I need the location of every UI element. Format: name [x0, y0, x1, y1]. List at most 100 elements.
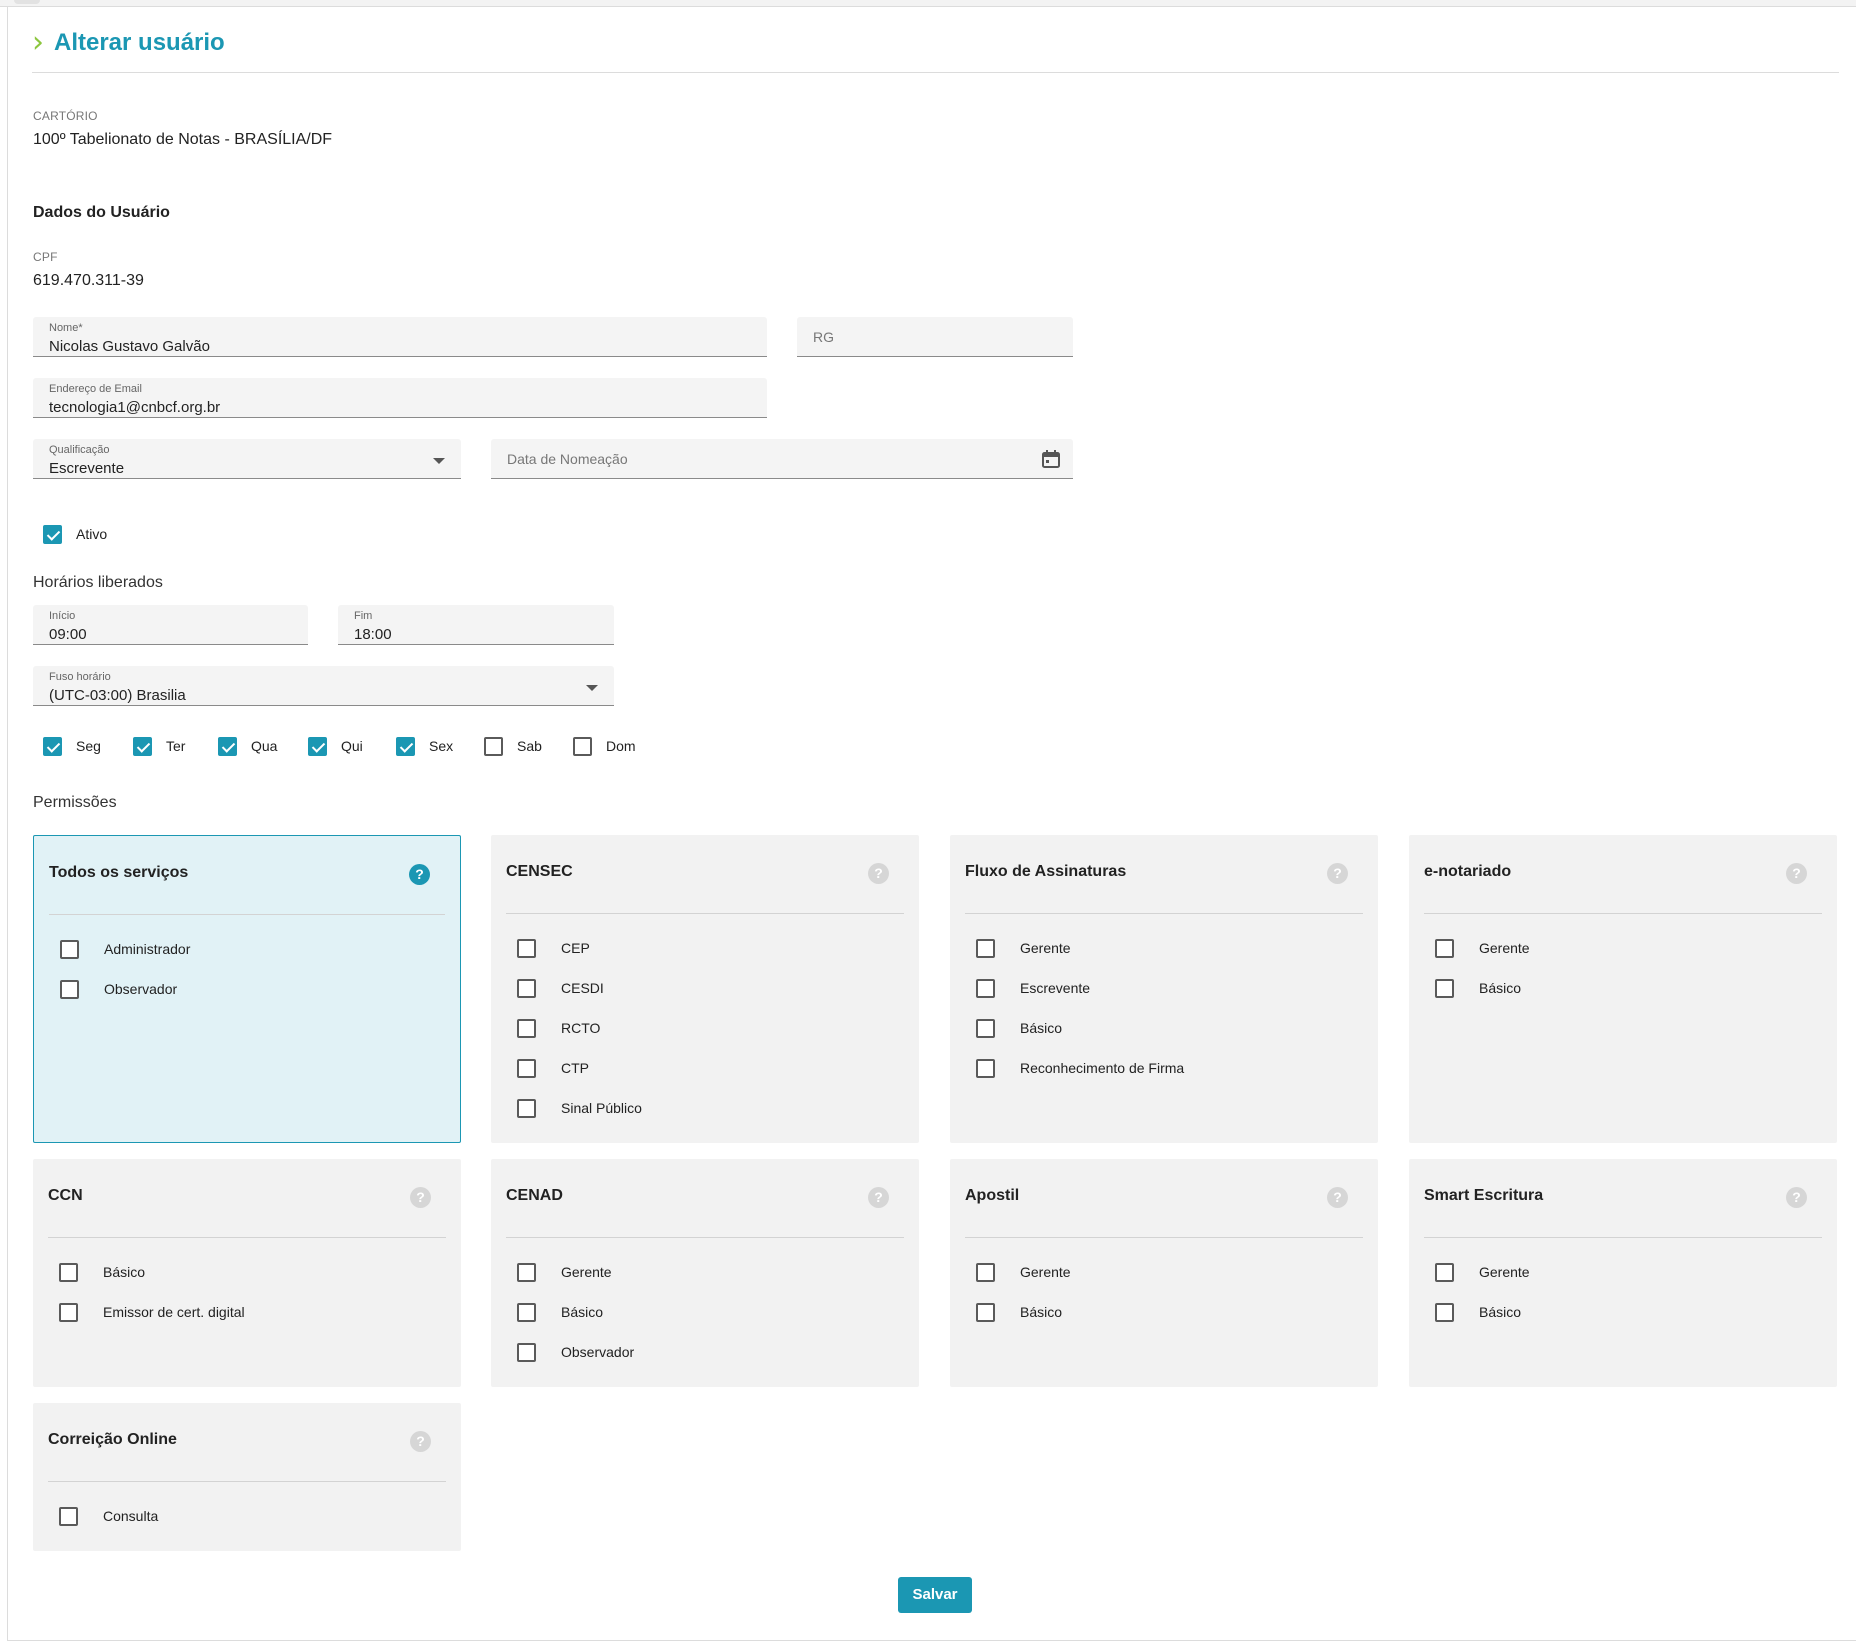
permission-card-title: CENSEC: [506, 863, 573, 880]
permission-checkbox[interactable]: [517, 939, 536, 958]
permission-card: e-notariado? Gerente Básico: [1409, 835, 1837, 1143]
permission-checkbox[interactable]: [517, 1263, 536, 1282]
permission-option-label: CEP: [561, 940, 590, 956]
day-checkbox-1[interactable]: [133, 737, 152, 756]
permission-card-title: Todos os serviços: [49, 864, 189, 881]
day-checkbox-3[interactable]: [308, 737, 327, 756]
horarios-heading: Horários liberados: [33, 574, 163, 591]
data-nomeacao-placeholder: Data de Nomeação: [507, 451, 628, 467]
permission-option-label: Gerente: [1020, 1264, 1071, 1280]
permission-checkbox[interactable]: [1435, 939, 1454, 958]
permission-option-label: CESDI: [561, 980, 604, 996]
permission-checkbox[interactable]: [517, 979, 536, 998]
header-divider: [32, 72, 1839, 73]
permission-checkbox[interactable]: [517, 1099, 536, 1118]
card-divider: [1424, 1237, 1822, 1238]
user-data-heading: Dados do Usuário: [33, 204, 170, 221]
permission-checkbox[interactable]: [59, 1507, 78, 1526]
card-divider: [49, 914, 445, 915]
email-field[interactable]: Endereço de Email tecnologia1@cnbcf.org.…: [33, 378, 767, 418]
permission-option-label: Gerente: [1479, 1264, 1530, 1280]
permission-checkbox[interactable]: [976, 1303, 995, 1322]
permission-checkbox[interactable]: [517, 1059, 536, 1078]
ativo-checkbox[interactable]: [43, 525, 62, 544]
inicio-field[interactable]: Início 09:00: [33, 605, 308, 645]
data-nomeacao-field[interactable]: Data de Nomeação: [491, 439, 1073, 479]
card-divider: [965, 913, 1363, 914]
help-icon[interactable]: ?: [1327, 863, 1348, 884]
cartorio-value: 100º Tabelionato de Notas - BRASÍLIA/DF: [33, 131, 333, 148]
inicio-label: Início: [49, 610, 76, 622]
permission-option-label: Sinal Público: [561, 1100, 642, 1116]
permission-checkbox[interactable]: [976, 979, 995, 998]
rg-field[interactable]: RG: [797, 317, 1073, 357]
fuso-label: Fuso horário: [49, 671, 111, 683]
nome-label: Nome*: [49, 322, 83, 334]
permission-checkbox[interactable]: [1435, 1303, 1454, 1322]
permission-option-label: Administrador: [104, 941, 191, 957]
permission-checkbox[interactable]: [1435, 1263, 1454, 1282]
permission-checkbox[interactable]: [976, 1019, 995, 1038]
permission-checkbox[interactable]: [59, 1263, 78, 1282]
permission-checkbox[interactable]: [976, 1263, 995, 1282]
cpf-value: 619.470.311-39: [33, 272, 144, 289]
day-checkbox-6[interactable]: [573, 737, 592, 756]
dropdown-arrow-icon: [586, 685, 598, 691]
permission-checkbox[interactable]: [59, 1303, 78, 1322]
permission-checkbox[interactable]: [517, 1343, 536, 1362]
chevron-right-icon: ›: [32, 25, 44, 60]
card-divider: [506, 1237, 904, 1238]
permission-card-title: CCN: [48, 1187, 83, 1204]
permission-option-label: Básico: [103, 1264, 146, 1280]
content-frame: [7, 7, 1856, 1641]
help-icon[interactable]: ?: [1786, 863, 1807, 884]
permission-option-label: Emissor de cert. digital: [103, 1304, 245, 1320]
permission-checkbox[interactable]: [1435, 979, 1454, 998]
help-icon[interactable]: ?: [1327, 1187, 1348, 1208]
permission-checkbox[interactable]: [517, 1019, 536, 1038]
permission-checkbox[interactable]: [976, 1059, 995, 1078]
cartorio-label: CARTÓRIO: [33, 109, 98, 123]
fuso-select[interactable]: Fuso horário (UTC-03:00) Brasilia: [33, 666, 614, 706]
day-checkbox-2[interactable]: [218, 737, 237, 756]
ativo-label: Ativo: [76, 526, 108, 542]
fim-field[interactable]: Fim 18:00: [338, 605, 614, 645]
permission-checkbox[interactable]: [60, 980, 79, 999]
permission-option-label: Escrevente: [1020, 980, 1091, 996]
day-checkbox-5[interactable]: [484, 737, 503, 756]
permission-card-title: e-notariado: [1424, 863, 1512, 880]
permission-checkbox[interactable]: [60, 940, 79, 959]
page-title: Alterar usuário: [54, 29, 225, 56]
save-button[interactable]: Salvar: [898, 1577, 972, 1613]
help-icon[interactable]: ?: [410, 1187, 431, 1208]
qualificacao-value: Escrevente: [49, 460, 125, 477]
calendar-icon[interactable]: [1041, 449, 1061, 469]
permission-card: Smart Escritura? Gerente Básico: [1409, 1159, 1837, 1387]
card-divider: [1424, 913, 1822, 914]
day-checkbox-4[interactable]: [396, 737, 415, 756]
day-label-0: Seg: [76, 738, 101, 754]
day-label-4: Sex: [429, 738, 454, 754]
top-tab-handle: [14, 0, 40, 4]
help-icon[interactable]: ?: [410, 1431, 431, 1452]
fuso-value: (UTC-03:00) Brasilia: [49, 687, 186, 704]
qualificacao-select[interactable]: Qualificação Escrevente: [33, 439, 461, 479]
help-icon[interactable]: ?: [868, 863, 889, 884]
permission-checkbox[interactable]: [517, 1303, 536, 1322]
permission-option-label: Observador: [104, 981, 178, 997]
permission-checkbox[interactable]: [976, 939, 995, 958]
help-icon[interactable]: ?: [409, 864, 430, 885]
email-label: Endereço de Email: [49, 383, 142, 395]
permission-card: Correição Online? Consulta: [33, 1403, 461, 1551]
nome-field[interactable]: Nome* Nicolas Gustavo Galvão: [33, 317, 767, 357]
permissoes-heading: Permissões: [33, 794, 117, 811]
permission-option-label: Consulta: [103, 1508, 159, 1524]
nome-value: Nicolas Gustavo Galvão: [49, 338, 210, 355]
day-checkbox-0[interactable]: [43, 737, 62, 756]
top-strip: [0, 0, 1856, 7]
email-value: tecnologia1@cnbcf.org.br: [49, 399, 221, 416]
dropdown-arrow-icon: [433, 458, 445, 464]
help-icon[interactable]: ?: [1786, 1187, 1807, 1208]
permission-option-label: Observador: [561, 1344, 635, 1360]
help-icon[interactable]: ?: [868, 1187, 889, 1208]
